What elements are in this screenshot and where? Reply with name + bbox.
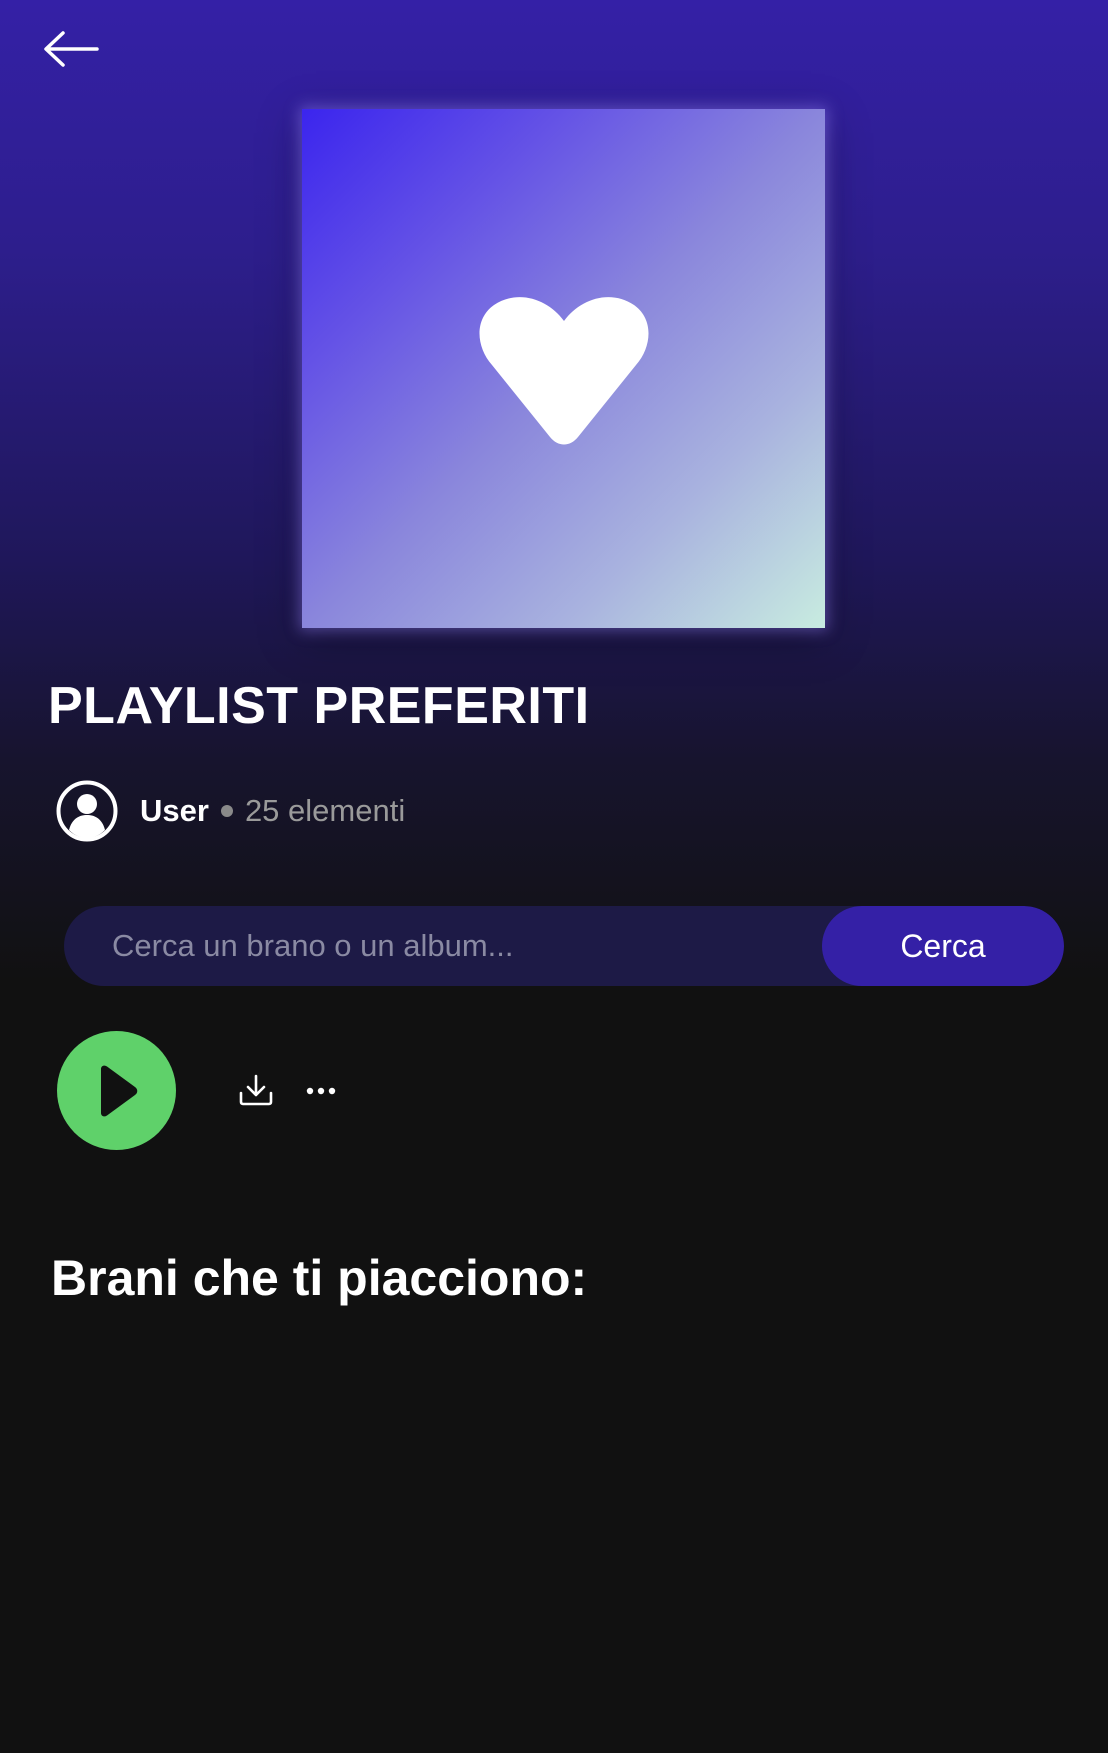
user-avatar-icon[interactable] [56,780,118,842]
download-icon [238,1073,274,1112]
playlist-title: PLAYLIST PREFERITI [48,677,590,735]
download-button[interactable] [236,1072,276,1112]
heart-icon [478,291,650,447]
arrow-left-icon [43,31,99,67]
separator-dot [220,805,233,817]
back-button[interactable] [40,26,102,72]
search-input[interactable] [64,906,884,986]
playlist-page: PLAYLIST PREFERITI User 25 elementi Cerc… [0,0,1108,1753]
more-horizontal-icon [306,1083,336,1101]
search-bar: Cerca [64,906,1064,986]
more-options-button[interactable] [302,1072,340,1112]
play-icon [95,1065,139,1117]
playlist-cover [302,109,825,628]
item-count: 25 elementi [244,793,406,828]
playlist-meta: User 25 elementi [56,780,405,842]
search-button[interactable]: Cerca [822,906,1064,986]
play-button[interactable] [57,1031,176,1150]
liked-songs-heading: Brani che ti piacciono: [51,1250,588,1306]
owner-name[interactable]: User [140,793,209,829]
